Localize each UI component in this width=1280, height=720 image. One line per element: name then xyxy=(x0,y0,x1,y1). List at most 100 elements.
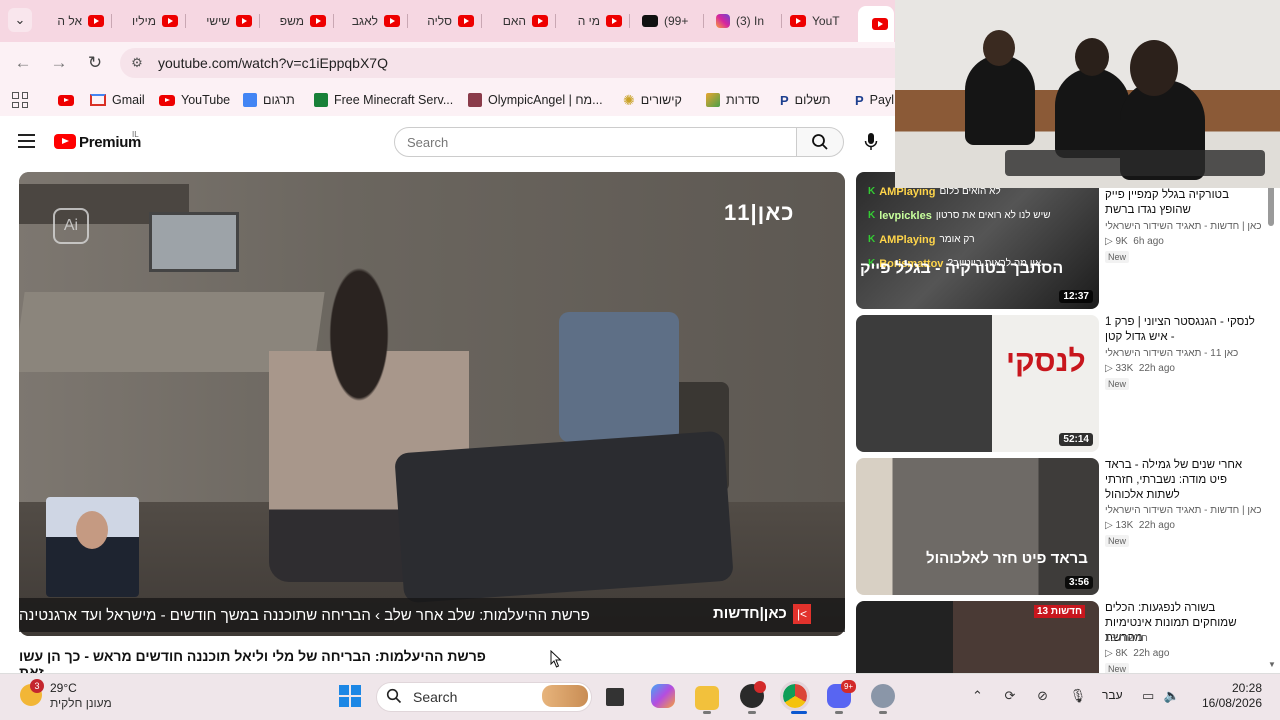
quick-settings[interactable]: ▭ 🔈 xyxy=(1142,688,1180,704)
search-button[interactable] xyxy=(796,127,844,157)
voice-search-button[interactable] xyxy=(860,131,882,153)
reload-button[interactable]: ↻ xyxy=(83,51,107,75)
bookmark-item[interactable]: OlympicAngel | מח... xyxy=(468,92,603,108)
url-text[interactable]: youtube.com/watch?v=c1iEppqbX7Q xyxy=(158,55,388,71)
system-tray: ⌃ ⟳ ⊘ 🎙 xyxy=(972,688,1086,704)
recommendation-title[interactable]: אחרי שנים של גמילה - בראד פיט מודה: נשבר… xyxy=(1105,458,1261,503)
menu-icon[interactable] xyxy=(18,134,35,148)
microphone-icon xyxy=(864,133,878,150)
search-highlight-image xyxy=(542,685,588,707)
network-off-icon[interactable]: ⊘ xyxy=(1037,688,1048,703)
video-thumbnail[interactable]: חדשות 13 xyxy=(856,601,1099,673)
weather-condition[interactable]: מעונן חלקית xyxy=(50,696,112,710)
video-thumbnail[interactable]: בראד פיט חזר לאלכוהול 3:56 xyxy=(856,458,1099,595)
tiktok-icon xyxy=(642,15,658,27)
file-explorer-icon[interactable] xyxy=(695,686,719,710)
browser-tab[interactable]: מיליו xyxy=(118,7,186,35)
copilot-icon[interactable] xyxy=(651,684,675,708)
ticker-text: פרשת ההיעלמות: שלב אחר שלב › הבריחה שתוכ… xyxy=(19,606,590,624)
bookmark-item[interactable]: Free Minecraft Serv... xyxy=(314,92,453,108)
settings-icon[interactable] xyxy=(871,684,895,708)
bookmark-item[interactable]: P Payl xyxy=(855,92,894,108)
recommendation-title[interactable]: בטורקיה בגלל קמפיין פייק שהופץ נגדו ברשת xyxy=(1105,188,1261,218)
thumbnail-text: לנסקי xyxy=(1006,345,1086,378)
new-badge: New xyxy=(1105,378,1130,390)
youtube-icon xyxy=(384,15,400,27)
active-browser-tab[interactable] xyxy=(858,6,894,42)
paypal-icon: P xyxy=(780,92,789,108)
youtube-icon xyxy=(162,15,178,27)
scrollbar[interactable] xyxy=(1266,172,1276,672)
arrow-right-icon: → xyxy=(50,53,68,72)
thumbnail-text: חדשות 13 xyxy=(1034,605,1085,618)
input-language[interactable]: עבר xyxy=(1102,688,1123,702)
view-meta: ▷ 8K 22h ago xyxy=(1105,648,1170,659)
bookmark-item[interactable]: P תשלום xyxy=(780,92,831,108)
chevron-up-icon[interactable]: ⌃ xyxy=(972,688,983,703)
view-meta: ▷ 9K 6h ago xyxy=(1105,236,1164,247)
channel-name[interactable]: כאן 11 - תאגיד השידור הישראלי xyxy=(1105,348,1238,359)
view-meta: ▷ 33K 22h ago xyxy=(1105,363,1175,374)
video-frame-clothes xyxy=(559,312,679,442)
video-thumbnail[interactable]: לנסקי 52:14 xyxy=(856,315,1099,452)
channel-name[interactable]: חדשות 13 xyxy=(1105,633,1148,644)
video-thumbnail[interactable]: K AMPlaying לא הואים כלום Klevpickles שיש ל… xyxy=(856,172,1099,309)
apps-icon[interactable] xyxy=(12,92,28,108)
taskbar xyxy=(0,673,1280,720)
bookmark-item[interactable]: Gmail xyxy=(90,92,145,108)
site-info-icon[interactable]: ⚙ xyxy=(128,54,146,72)
ticker-logo-icon: |< xyxy=(793,604,811,624)
translate-icon xyxy=(243,93,257,107)
temperature[interactable]: 29°C xyxy=(50,681,77,695)
browser-tab[interactable]: סליה xyxy=(414,7,482,35)
youtube-logo-icon[interactable] xyxy=(54,134,76,149)
search-input[interactable]: Search xyxy=(394,127,797,157)
bookmark-item[interactable]: YouTube xyxy=(159,92,230,108)
arrow-left-icon: ← xyxy=(14,53,32,72)
microphone-icon[interactable]: 🎙 xyxy=(1070,688,1087,703)
recommendation-item[interactable]: לנסקי 52:14 לנסקי - הגנגסטר הציוני | פרק… xyxy=(856,315,1268,455)
bookmark-item[interactable]: סדרות xyxy=(706,92,760,108)
browser-tab[interactable]: (3) In xyxy=(710,7,782,35)
browser-tab[interactable]: אל ה xyxy=(44,7,112,35)
browser-tab[interactable]: לאגב xyxy=(340,7,408,35)
webcam-overlay xyxy=(895,0,1280,188)
tab-search-dropdown[interactable]: ⌄ xyxy=(8,8,32,32)
browser-tab[interactable]: האם xyxy=(488,7,556,35)
back-button[interactable]: ← xyxy=(11,51,35,75)
channel-name[interactable]: כאן | חדשות - תאגיד השידור הישראלי xyxy=(1105,505,1261,516)
recommendation-item[interactable]: בראד פיט חזר לאלכוהול 3:56 אחרי שנים של … xyxy=(856,458,1268,598)
running-indicator xyxy=(748,711,756,714)
browser-tab[interactable]: מי ה xyxy=(562,7,630,35)
browser-tab[interactable]: משפ xyxy=(266,7,334,35)
new-badge: New xyxy=(1105,535,1130,547)
youtube-icon xyxy=(872,18,888,30)
windows-start-icon[interactable] xyxy=(339,685,361,707)
instagram-icon xyxy=(716,14,730,28)
search-icon xyxy=(386,688,402,704)
sync-icon[interactable]: ⟳ xyxy=(1005,688,1016,703)
thumbnail-text: בראד פיט חזר לאלכוהול xyxy=(926,550,1088,567)
system-clock[interactable]: 20:28 16/08/2026 xyxy=(1200,681,1262,711)
new-badge: New xyxy=(1105,663,1130,673)
recommendation-title[interactable]: לנסקי - הגנגסטר הציוני | פרק 1 - איש גדו… xyxy=(1105,315,1261,345)
youtube-icon xyxy=(790,15,806,27)
channel-name[interactable]: כאן | חדשות - תאגיד השידור הישראלי xyxy=(1105,221,1261,232)
video-frame-laptop xyxy=(149,212,239,272)
recommendation-item[interactable]: K AMPlaying לא הואים כלום Klevpickles שיש ל… xyxy=(856,172,1268,312)
bookmark-item[interactable]: תרגום xyxy=(243,92,295,108)
bookmark-item[interactable]: ✺ קישורים xyxy=(623,92,682,108)
youtube-icon xyxy=(236,15,252,27)
discord-badge: 9+ xyxy=(841,680,856,693)
scrollbar-thumb[interactable] xyxy=(1268,182,1274,226)
forward-button[interactable]: → xyxy=(47,51,71,75)
video-player[interactable] xyxy=(19,172,845,636)
recommendation-item[interactable]: חדשות 13 בשורה לנפגעות: הכלים שמוחקים תמ… xyxy=(856,601,1268,673)
browser-tab[interactable]: (99+ xyxy=(636,7,704,35)
chrome-icon[interactable] xyxy=(780,681,810,711)
bookmark-item[interactable] xyxy=(58,92,74,108)
task-view-icon[interactable] xyxy=(606,688,624,706)
browser-tab[interactable]: YouT xyxy=(784,7,844,35)
scroll-down-arrow-icon[interactable]: ▼ xyxy=(1268,660,1276,669)
browser-tab[interactable]: שישי xyxy=(192,7,260,35)
